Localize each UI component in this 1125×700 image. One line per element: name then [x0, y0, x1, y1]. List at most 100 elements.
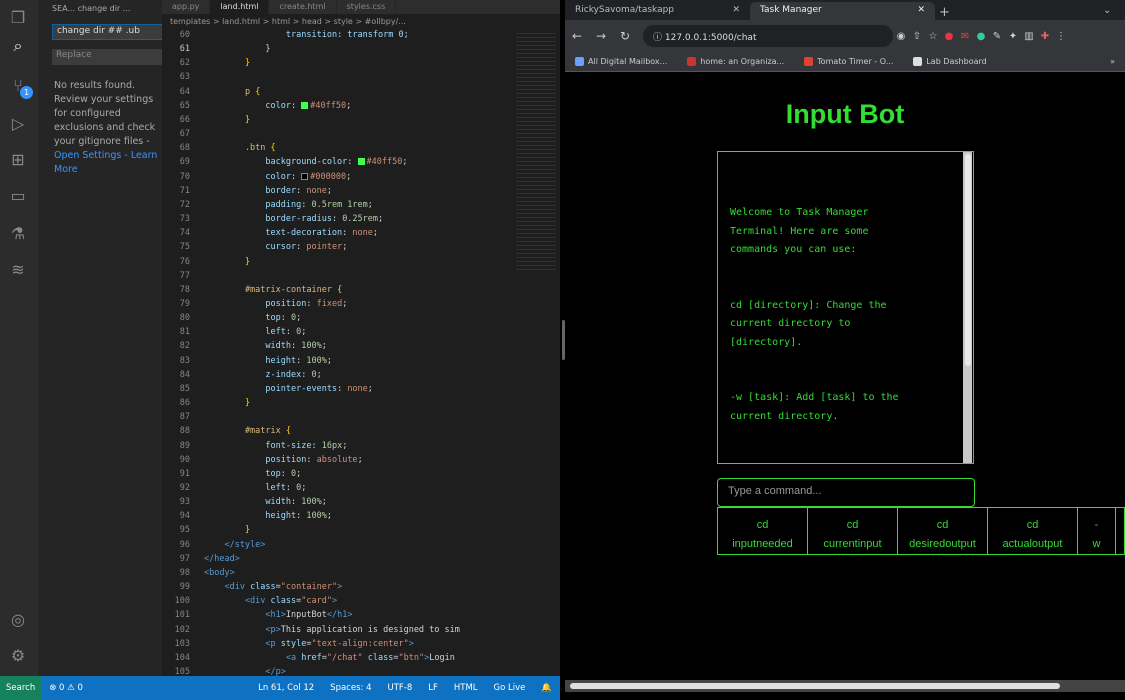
code-line[interactable]: 93 width: 100%;: [162, 495, 560, 509]
horizontal-scrollbar-thumb[interactable]: [570, 683, 1060, 689]
code-line[interactable]: 70 color: #000000;: [162, 170, 560, 184]
explorer-icon[interactable]: ❐: [6, 6, 30, 30]
minimap[interactable]: [516, 30, 556, 270]
code-line[interactable]: 95 }: [162, 523, 560, 537]
code-line[interactable]: 65 color: #40ff50;: [162, 99, 560, 113]
code-line[interactable]: 83 height: 100%;: [162, 354, 560, 368]
google-lens-icon[interactable]: ◉: [893, 31, 909, 42]
code-line[interactable]: 97 </head>: [162, 552, 560, 566]
code-line[interactable]: 101 <h1>InputBot</h1>: [162, 608, 560, 622]
code-line[interactable]: 98 <body>: [162, 566, 560, 580]
run-debug-icon[interactable]: ▷: [6, 112, 30, 136]
code-line[interactable]: 105 </p>: [162, 665, 560, 676]
code-line[interactable]: 99 <div class="container">: [162, 580, 560, 594]
share-icon[interactable]: ⇧: [909, 31, 925, 42]
code-area[interactable]: 60 transition: transform 0; 61 } 62 } 63 64 …: [162, 28, 560, 676]
search-icon[interactable]: ⌕: [6, 34, 30, 58]
code-line[interactable]: 80 top: 0;: [162, 311, 560, 325]
bookmark-star-icon[interactable]: ☆: [925, 31, 941, 42]
code-line[interactable]: 103 <p style="text-align:center">: [162, 637, 560, 651]
new-tab-plus-icon[interactable]: +: [935, 5, 957, 20]
bookmark-item[interactable]: Tomato Timer - O...: [794, 57, 903, 66]
docker-icon[interactable]: ≋: [6, 258, 30, 282]
notifications-icon[interactable]: 🔔: [533, 683, 560, 693]
code-line[interactable]: 64 p {: [162, 85, 560, 99]
cd-inputneeded-button[interactable]: cd inputneeded: [718, 508, 808, 554]
account-icon[interactable]: ◎: [6, 608, 30, 632]
code-line[interactable]: 96 </style>: [162, 538, 560, 552]
profile-icon[interactable]: ✚: [1037, 31, 1053, 42]
code-line[interactable]: 74 text-decoration: none;: [162, 226, 560, 240]
go-live-button[interactable]: Go Live: [486, 683, 534, 693]
code-line[interactable]: 69 background-color: #40ff50;: [162, 155, 560, 169]
code-line[interactable]: 77: [162, 269, 560, 283]
extensions-puzzle-icon[interactable]: ✦: [1005, 31, 1021, 42]
testing-icon[interactable]: ⚗: [6, 222, 30, 246]
code-line[interactable]: 66 }: [162, 113, 560, 127]
add-task-w-button[interactable]: - w: [1078, 508, 1116, 554]
code-line[interactable]: 67: [162, 127, 560, 141]
chrome-menu-icon[interactable]: ⋮: [1053, 31, 1069, 42]
address-bar[interactable]: ⓘ 127.0.0.1:5000/chat: [643, 25, 893, 47]
tab-land-html[interactable]: land.html: [210, 0, 270, 14]
code-line[interactable]: 104 <a href="/chat" class="btn">Login: [162, 651, 560, 665]
extension-green-icon[interactable]: ●: [973, 31, 989, 42]
terminal-scrollbar-thumb[interactable]: [965, 154, 971, 366]
terminal-output[interactable]: Welcome to Task Manager Terminal! Here a…: [717, 151, 974, 464]
open-settings-link[interactable]: Open Settings: [54, 150, 121, 161]
command-input[interactable]: Type a command...: [717, 478, 975, 507]
code-line[interactable]: 63: [162, 70, 560, 84]
remote-explorer-icon[interactable]: ▭: [6, 184, 30, 208]
cursor-position[interactable]: Ln 61, Col 12: [250, 683, 322, 693]
color-swatch-icon[interactable]: [301, 172, 309, 180]
extension-pen-icon[interactable]: ✎: [989, 31, 1005, 42]
code-line[interactable]: 61 }: [162, 42, 560, 56]
code-line[interactable]: 81 left: 0;: [162, 325, 560, 339]
bookmarks-overflow-chevron-icon[interactable]: »: [1100, 57, 1125, 66]
cd-actualoutput-button[interactable]: cd actualoutput: [988, 508, 1078, 554]
color-swatch-icon[interactable]: [301, 101, 309, 109]
breadcrumb[interactable]: templates > land.html > html > head > st…: [162, 14, 560, 28]
bookmark-item[interactable]: home: an Organiza...: [677, 57, 794, 66]
reload-icon[interactable]: ↻: [613, 29, 637, 43]
code-line[interactable]: 82 width: 100%;: [162, 339, 560, 353]
encoding[interactable]: UTF-8: [379, 683, 420, 693]
code-line[interactable]: 60 transition: transform 0;: [162, 28, 560, 42]
close-icon[interactable]: ✕: [917, 5, 925, 17]
back-arrow-icon[interactable]: ←: [565, 29, 589, 43]
code-line[interactable]: 100 <div class="card">: [162, 594, 560, 608]
tab-search-chevron-icon[interactable]: ⌄: [1103, 5, 1125, 20]
code-line[interactable]: 79 position: fixed;: [162, 297, 560, 311]
language-mode[interactable]: HTML: [446, 683, 486, 693]
code-line[interactable]: 87: [162, 410, 560, 424]
extension-mail-icon[interactable]: ✉: [957, 31, 973, 42]
site-info-icon[interactable]: ⓘ: [653, 33, 665, 43]
browser-tab-github[interactable]: RickySavoma/taskapp ✕: [565, 2, 750, 20]
code-line[interactable]: 76 }: [162, 255, 560, 269]
code-line[interactable]: 78 #matrix-container {: [162, 283, 560, 297]
code-line[interactable]: 68 .btn {: [162, 141, 560, 155]
code-line[interactable]: 75 cursor: pointer;: [162, 240, 560, 254]
remote-indicator[interactable]: Search: [0, 676, 42, 700]
code-line[interactable]: 89 font-size: 16px;: [162, 439, 560, 453]
bookmark-item[interactable]: All Digital Mailbox...: [565, 57, 677, 66]
code-line[interactable]: 102 <p>This application is designed to s…: [162, 623, 560, 637]
code-line[interactable]: 73 border-radius: 0.25rem;: [162, 212, 560, 226]
code-line[interactable]: 86 }: [162, 396, 560, 410]
tab-styles-css[interactable]: styles.css: [337, 0, 397, 14]
settings-gear-icon[interactable]: ⚙: [6, 644, 30, 668]
code-line[interactable]: 84 z-index: 0;: [162, 368, 560, 382]
code-line[interactable]: 88 #matrix {: [162, 424, 560, 438]
code-line[interactable]: 90 position: absolute;: [162, 453, 560, 467]
tab-create-html[interactable]: create.html: [269, 0, 337, 14]
color-swatch-icon[interactable]: [357, 158, 365, 166]
cd-currentinput-button[interactable]: cd currentinput: [808, 508, 898, 554]
forward-arrow-icon[interactable]: →: [589, 29, 613, 43]
extensions-icon[interactable]: ⊞: [6, 148, 30, 172]
side-panel-icon[interactable]: ▥: [1021, 31, 1037, 42]
problems-count[interactable]: ⊗ 0 ⚠ 0: [41, 683, 91, 693]
code-line[interactable]: 62 }: [162, 56, 560, 70]
horizontal-scrollbar[interactable]: [565, 680, 1125, 692]
code-line[interactable]: 92 left: 0;: [162, 481, 560, 495]
end-of-line[interactable]: LF: [420, 683, 446, 693]
